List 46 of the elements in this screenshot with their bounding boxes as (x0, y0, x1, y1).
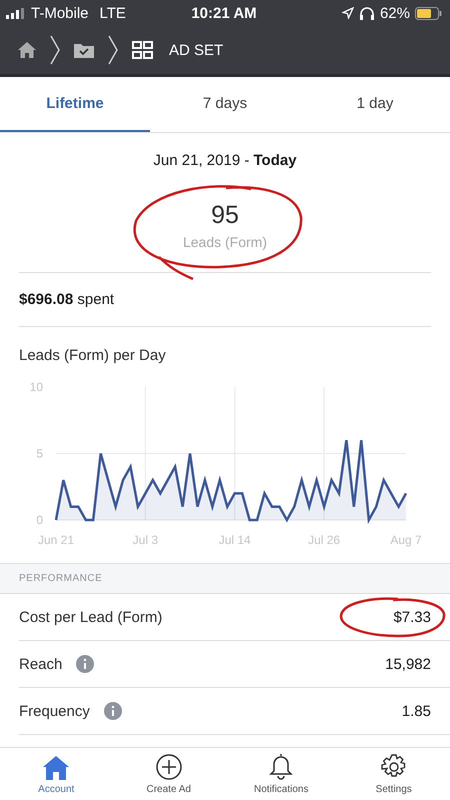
leads-label: Leads (Form) (182, 234, 268, 250)
home-icon (43, 756, 70, 780)
y-axis-label: 10 (30, 380, 43, 394)
chart-title: Leads (Form) per Day (18, 347, 167, 364)
metric-label: Cost per Lead (Form) (19, 608, 162, 626)
home-icon[interactable] (18, 42, 36, 58)
info-icon[interactable] (104, 702, 122, 720)
headphones-icon (358, 6, 375, 20)
network-type: LTE (100, 4, 126, 22)
x-axis-label: Jul 3 (132, 533, 158, 547)
x-axis-label: Jul 26 (308, 533, 340, 547)
tab-bar-item[interactable]: Notifications (225, 748, 338, 800)
location-arrow-icon (342, 7, 354, 19)
period-tab[interactable]: Lifetime (0, 77, 150, 132)
clock-time: 10:21 AM (191, 4, 257, 22)
tab-bar-item[interactable]: Account (0, 748, 112, 800)
battery-percent: 62% (380, 4, 410, 22)
chevron-right-icon (50, 35, 60, 65)
period-tab[interactable]: 1 day (300, 77, 450, 132)
leads-count: 95 (211, 201, 239, 230)
metric-label: Reach (19, 656, 62, 672)
battery-icon (415, 6, 442, 20)
tab-bar-item[interactable]: Settings (338, 748, 450, 800)
section-header: PERFORMANCE (0, 563, 450, 594)
metric-value: 1.85 (402, 702, 431, 720)
page-title: AD SET (169, 42, 224, 58)
y-axis-label: 0 (36, 513, 43, 527)
x-axis-label: Aug 7 (390, 533, 422, 547)
metric-label: Frequency (19, 702, 90, 720)
tab-bar-item[interactable]: Create Ad (112, 748, 225, 800)
period-tab[interactable]: 7 days (150, 77, 300, 132)
x-axis-label: Jun 21 (38, 533, 74, 547)
metric-value: $7.33 (393, 608, 431, 626)
carrier-name: T-Mobile (31, 4, 89, 22)
chevron-right-icon (108, 35, 118, 65)
date-range: Jun 21, 2019 - Today (152, 151, 298, 171)
signal-icon (6, 8, 26, 18)
folder-check-icon[interactable] (74, 42, 94, 58)
grid-icon (132, 41, 153, 59)
y-axis-label: 5 (36, 446, 43, 460)
info-icon[interactable] (76, 655, 94, 673)
plus-circle-icon (156, 754, 182, 780)
x-axis-label: Jul 14 (218, 533, 251, 547)
metric-value: 15,982 (385, 656, 431, 672)
bell-icon (269, 753, 294, 780)
amount-spent: $696.08 spent (19, 273, 431, 327)
